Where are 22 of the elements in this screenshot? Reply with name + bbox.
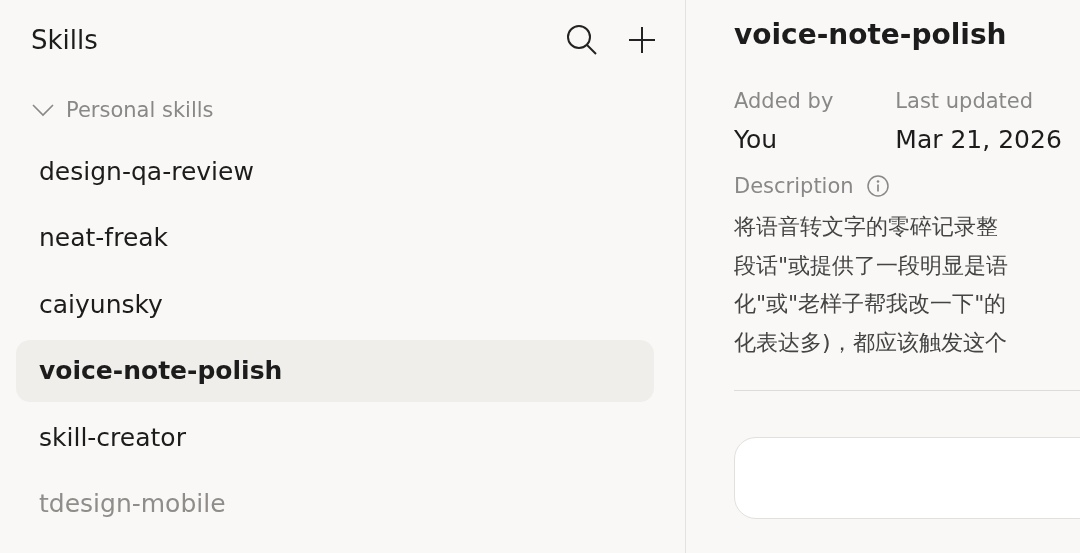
meta-value: Mar 21, 2026 <box>895 125 1062 154</box>
chevron-icon <box>32 103 54 117</box>
description-line: 将语音转文字的零碎记录整 <box>734 213 998 241</box>
description-label: Description <box>734 174 854 198</box>
info-icon[interactable] <box>865 174 890 198</box>
description-line: 段话"或提供了一段明显是语 <box>734 251 1009 280</box>
description-line: 化"或"老样子帮我改一下"的 <box>734 290 1007 318</box>
meta-label: Added by <box>734 89 834 113</box>
meta-label: Last updated <box>895 89 1035 113</box>
description-line: 化表达多)，都应该触发这个 <box>734 328 1007 357</box>
skill-item[interactable]: voice-note-polish <box>16 339 654 402</box>
meta-value: You <box>734 125 779 154</box>
skill-item[interactable]: skill-creator <box>16 406 654 468</box>
skill-item[interactable]: design-qa-review <box>16 140 654 202</box>
search-button[interactable] <box>565 23 599 57</box>
skill-item[interactable]: caiyunsky <box>16 273 654 335</box>
skill-title: voice-note-polish <box>734 18 1008 51</box>
plus-icon <box>627 25 657 55</box>
skill-item[interactable]: neat-freak <box>16 206 654 269</box>
sidebar-title: Skills <box>31 25 98 55</box>
search-icon <box>565 23 599 57</box>
add-button[interactable] <box>627 25 657 55</box>
